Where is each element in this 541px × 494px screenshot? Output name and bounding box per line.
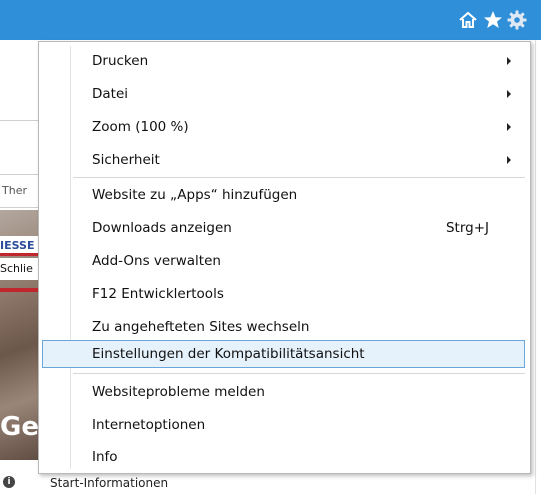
menu-item-file[interactable]: Datei bbox=[42, 80, 525, 108]
menu-item-add-to-apps[interactable]: Website zu „Apps“ hinzufügen bbox=[42, 181, 525, 209]
menu-item-about[interactable]: Info bbox=[42, 443, 525, 471]
menu-item-label: Drucken bbox=[92, 53, 149, 69]
menu-item-label: Einstellungen der Kompatibilitätsansicht bbox=[92, 346, 365, 362]
menu-item-devtools[interactable]: F12 Entwicklertools bbox=[42, 280, 525, 308]
menu-item-label: F12 Entwicklertools bbox=[92, 286, 224, 302]
menu-item-downloads[interactable]: Downloads anzeigen Strg+J bbox=[42, 214, 525, 242]
menu-item-label: Websiteprobleme melden bbox=[92, 384, 265, 400]
submenu-arrow-icon bbox=[507, 90, 511, 98]
menu-item-label: Info bbox=[92, 449, 118, 465]
page-text-snippet: Ther bbox=[2, 184, 27, 197]
status-text[interactable]: Start-Informationen bbox=[50, 476, 168, 490]
menu-item-label: Website zu „Apps“ hinzufügen bbox=[92, 187, 298, 203]
menu-item-compatibility-settings[interactable]: Einstellungen der Kompatibilitätsansicht bbox=[42, 340, 525, 368]
info-icon: i bbox=[3, 476, 15, 488]
gear-icon[interactable] bbox=[505, 8, 529, 32]
tools-menu: Drucken Datei Zoom (100 %) Sicherheit We… bbox=[38, 41, 531, 474]
menu-item-addons[interactable]: Add-Ons verwalten bbox=[42, 247, 525, 275]
menu-separator bbox=[73, 177, 525, 178]
home-icon[interactable] bbox=[456, 8, 480, 32]
menu-item-label: Add-Ons verwalten bbox=[92, 253, 221, 269]
menu-item-label: Zoom (100 %) bbox=[92, 119, 189, 135]
submenu-arrow-icon bbox=[507, 123, 511, 131]
menu-item-label: Downloads anzeigen bbox=[92, 220, 232, 236]
menu-item-internet-options[interactable]: Internetoptionen bbox=[42, 411, 525, 439]
menu-item-label: Datei bbox=[92, 86, 129, 102]
menu-item-zoom[interactable]: Zoom (100 %) bbox=[42, 113, 525, 141]
menu-item-pinned-sites[interactable]: Zu angehefteten Sites wechseln bbox=[42, 313, 525, 341]
menu-item-label: Zu angehefteten Sites wechseln bbox=[92, 319, 310, 335]
submenu-arrow-icon bbox=[507, 156, 511, 164]
menu-item-label: Internetoptionen bbox=[92, 417, 206, 433]
status-row: i Start-Informationen bbox=[0, 472, 541, 494]
banner-text: IESSE bbox=[0, 239, 35, 252]
page-text-snippet: Schlie bbox=[0, 262, 33, 275]
star-icon[interactable] bbox=[481, 8, 505, 32]
menu-item-security[interactable]: Sicherheit bbox=[42, 146, 525, 174]
scrollbar-track[interactable] bbox=[535, 40, 536, 494]
menu-item-print[interactable]: Drucken bbox=[42, 47, 525, 75]
menu-separator bbox=[73, 373, 525, 374]
menu-item-report-problems[interactable]: Websiteprobleme melden bbox=[42, 378, 525, 406]
menu-item-label: Sicherheit bbox=[92, 152, 160, 168]
menu-item-shortcut: Strg+J bbox=[445, 220, 489, 236]
page-headline: Ge bbox=[0, 412, 39, 442]
submenu-arrow-icon bbox=[507, 57, 511, 65]
browser-toolbar bbox=[0, 0, 541, 40]
